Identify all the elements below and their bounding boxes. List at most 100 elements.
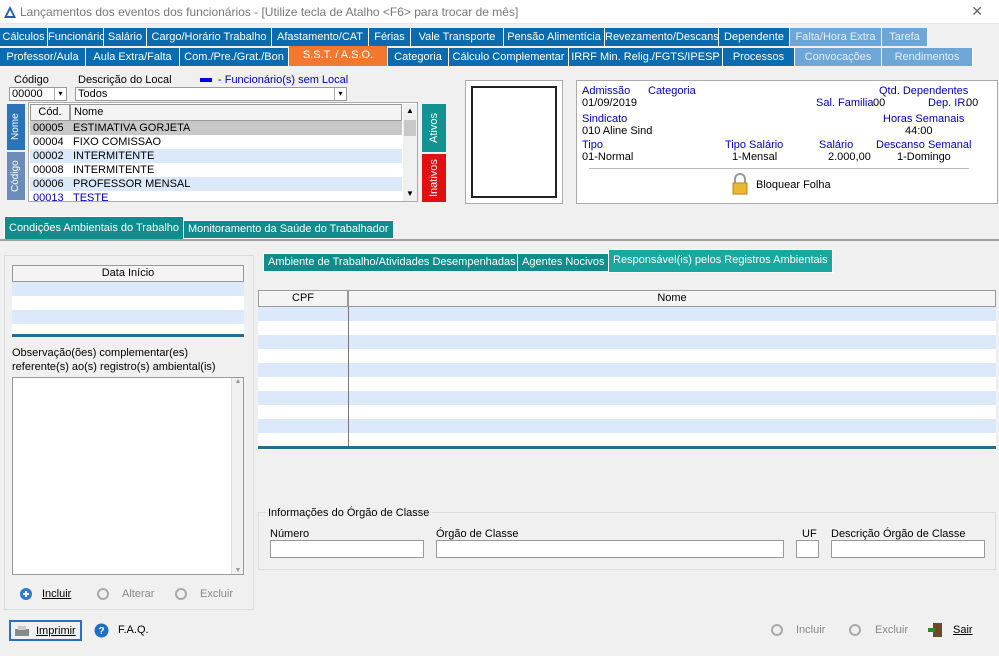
list-item[interactable]: 00005 ESTIMATIVA GORJETA [30, 121, 402, 135]
tipo-salario-label: Tipo Salário [725, 139, 784, 151]
table-row[interactable] [258, 349, 996, 363]
tab-rendimentos[interactable]: Rendimentos [882, 48, 973, 66]
lock-icon[interactable] [731, 173, 749, 195]
tab-afastamento-cat[interactable]: Afastamento/CAT [272, 28, 369, 46]
table-row[interactable] [12, 282, 244, 296]
exit-door-icon[interactable] [927, 621, 945, 639]
list-scrollbar[interactable]: ▲ ▼ [403, 104, 417, 201]
refresh-icon[interactable] [96, 587, 110, 601]
list-item[interactable]: 00006 PROFESSOR MENSAL [30, 177, 402, 191]
excluir-button[interactable]: Excluir [200, 588, 233, 600]
col-nome[interactable]: Nome [70, 104, 402, 121]
tipo-value: 01-Normal [582, 151, 634, 163]
chevron-down-icon[interactable]: ▼ [403, 187, 417, 201]
sal-familia-label: Sal. Familia [816, 97, 874, 109]
table-row[interactable] [258, 405, 996, 419]
incluir-button[interactable]: Incluir [42, 588, 71, 600]
tab-processos[interactable]: Processos [723, 48, 795, 66]
table-row[interactable] [258, 307, 996, 321]
refresh-icon[interactable] [174, 587, 188, 601]
title-bar: Lançamentos dos eventos dos funcionários… [0, 0, 999, 24]
table-row[interactable] [258, 419, 996, 433]
plus-icon[interactable] [19, 587, 33, 601]
descricao-orgao-input[interactable] [831, 540, 985, 558]
tab-sal-rio[interactable]: Salário [104, 28, 147, 46]
chevron-down-icon[interactable]: ▾ [54, 88, 66, 100]
chevron-up-icon[interactable]: ▲ [232, 378, 244, 385]
alterar-button[interactable]: Alterar [122, 588, 154, 600]
tab-ambiente-trabalho[interactable]: Ambiente de Trabalho/Atividades Desempen… [263, 253, 521, 272]
photo-frame[interactable] [465, 80, 563, 204]
app-logo-icon [4, 6, 16, 18]
codigo-input[interactable]: 00000 ▾ [9, 87, 67, 101]
close-button[interactable]: ✕ [971, 3, 983, 20]
scroll-thumb[interactable] [404, 120, 416, 136]
table-row[interactable] [258, 321, 996, 335]
bloquear-folha-button[interactable]: Bloquear Folha [756, 179, 831, 191]
tab-aula-extra-falta[interactable]: Aula Extra/Falta [86, 48, 180, 66]
tab-dependente[interactable]: Dependente [719, 28, 790, 46]
descricao-select[interactable]: Todos ▾ [75, 87, 347, 101]
refresh-icon[interactable] [848, 623, 862, 637]
footer-excluir-button[interactable]: Excluir [875, 624, 908, 636]
side-tab-ativos[interactable]: Ativos [422, 104, 446, 152]
tab-responsaveis[interactable]: Responsável(is) pelos Registros Ambienta… [608, 249, 833, 273]
list-item[interactable]: 00008 INTERMITENTE [30, 163, 402, 177]
tab-pens-o-aliment-cia[interactable]: Pensão Alimentícia [504, 28, 605, 46]
side-tab-inativos[interactable]: Inativos [422, 154, 446, 202]
emp-cod: 00002 [33, 150, 64, 162]
emp-cod: 00004 [33, 136, 64, 148]
chevron-down-icon[interactable]: ▼ [232, 567, 244, 574]
col-nome[interactable]: Nome [348, 290, 996, 307]
list-item[interactable]: 00004 FIXO COMISSAO [30, 135, 402, 149]
tab-cargo-hor-rio-trabalho[interactable]: Cargo/Horário Trabalho [147, 28, 272, 46]
refresh-icon[interactable] [770, 623, 784, 637]
tab-condicoes-ambientais[interactable]: Condições Ambientais do Trabalho [4, 216, 184, 240]
tab-s-s-t-a-s-o-[interactable]: S.S.T. / A.S.O. [289, 46, 388, 66]
tab-irrf-min-relig-fgts-ipesp[interactable]: IRRF Min. Relig./FGTS/IPESP [569, 48, 723, 66]
tab-vale-transporte[interactable]: Vale Transporte [411, 28, 504, 46]
tab-revezamento-descanso[interactable]: Revezamento/Descanso [605, 28, 719, 46]
numero-input[interactable] [270, 540, 424, 558]
uf-input[interactable] [796, 540, 819, 558]
imprimir-button[interactable]: Imprimir [9, 620, 82, 641]
table-row[interactable] [12, 324, 244, 334]
tab-convoca-es[interactable]: Convocações [795, 48, 882, 66]
col-cpf[interactable]: CPF [258, 290, 348, 307]
tab-c-lculo-complementar[interactable]: Cálculo Complementar [449, 48, 569, 66]
tab-professor-aula[interactable]: Professor/Aula [0, 48, 86, 66]
side-tab-codigo[interactable]: Código [7, 152, 25, 200]
textarea-scrollbar[interactable]: ▲ ▼ [231, 378, 243, 574]
chevron-up-icon[interactable]: ▲ [403, 104, 417, 118]
table-row[interactable] [258, 335, 996, 349]
tab-tarefa[interactable]: Tarefa [882, 28, 928, 46]
tab-monitoramento-saude[interactable]: Monitoramento da Saúde do Trabalhador [183, 220, 394, 239]
table-row[interactable] [258, 363, 996, 377]
tab-c-lculos[interactable]: Cálculos [0, 28, 48, 46]
tab-f-rias[interactable]: Férias [369, 28, 411, 46]
table-row[interactable] [258, 391, 996, 405]
sair-button[interactable]: Sair [953, 624, 973, 636]
list-item[interactable]: 00013 TESTE [30, 191, 402, 205]
table-row[interactable] [12, 310, 244, 324]
help-icon[interactable]: ? [94, 623, 109, 638]
table-row[interactable] [12, 296, 244, 310]
tab-funcion-rio[interactable]: Funcionário [48, 28, 104, 46]
table-row[interactable] [258, 377, 996, 391]
tab-agentes-nocivos[interactable]: Agentes Nocivos [517, 253, 610, 272]
orgao-input[interactable] [436, 540, 784, 558]
chevron-down-icon[interactable]: ▾ [334, 88, 346, 100]
orgao-classe-group: Informações do Órgão de Classe Número Ór… [258, 507, 996, 570]
tab-com-pre-grat-bon[interactable]: Com./Pre./Grat./Bon [180, 48, 289, 66]
col-data-inicio[interactable]: Data Início [12, 265, 244, 282]
footer-incluir-button[interactable]: Incluir [796, 624, 825, 636]
list-item[interactable]: 00002 INTERMITENTE [30, 149, 402, 163]
tab-categoria[interactable]: Categoria [388, 48, 449, 66]
col-cod[interactable]: Cód. [30, 104, 70, 121]
tab-falta-hora-extra[interactable]: Falta/Hora Extra [790, 28, 882, 46]
side-tab-nome[interactable]: Nome [7, 104, 25, 150]
observacao-textarea[interactable]: ▲ ▼ [12, 377, 244, 575]
faq-button[interactable]: F.A.Q. [118, 624, 149, 636]
table-row[interactable] [258, 433, 996, 447]
horas-label: Horas Semanais [883, 113, 965, 125]
